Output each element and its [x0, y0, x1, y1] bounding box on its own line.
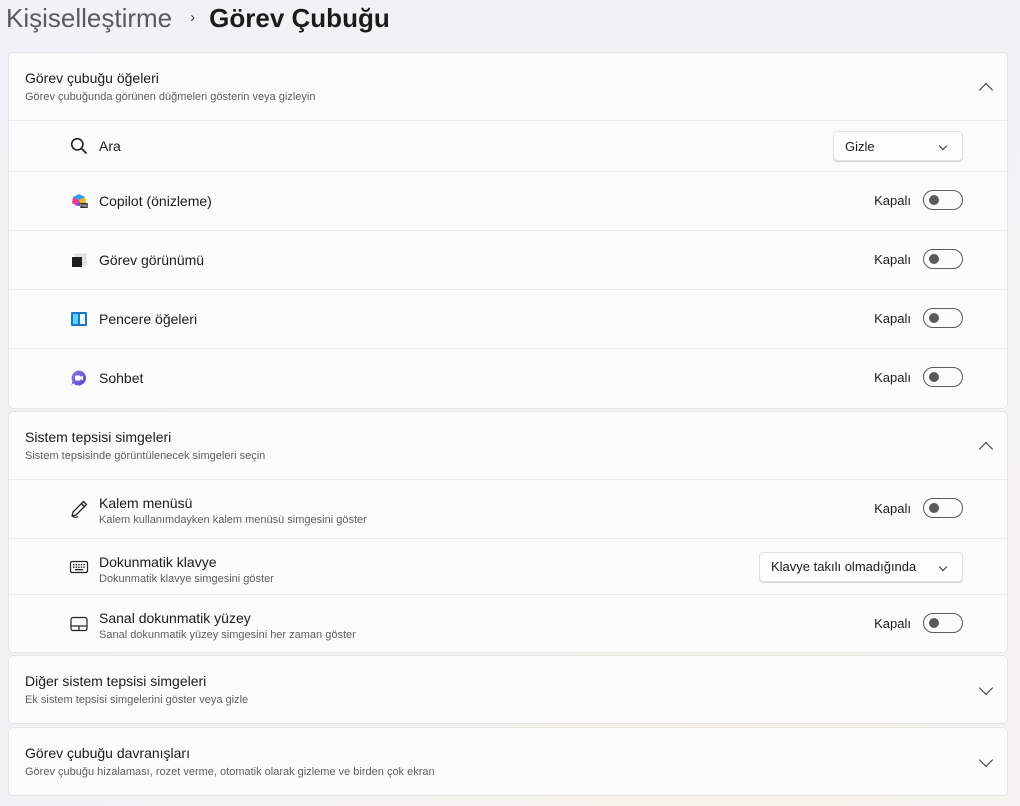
section-other-tray-icons[interactable]: Diğer sistem tepsisi simgeleri Ek sistem… — [8, 655, 1008, 724]
toggle-state-label: Kapalı — [874, 193, 911, 208]
toggle-state-label: Kapalı — [874, 370, 911, 385]
setting-label: Ara — [99, 138, 121, 154]
toggle-knob — [929, 503, 939, 513]
chevron-down-icon[interactable] — [978, 752, 994, 767]
task-view-icon — [69, 250, 89, 270]
chevron-down-icon — [938, 562, 948, 571]
section-title: Görev çubuğu öğeleri — [25, 70, 159, 86]
section-taskbar-behaviors-header[interactable]: Görev çubuğu davranışları Görev çubuğu h… — [9, 728, 1007, 795]
copilot-toggle[interactable] — [923, 190, 963, 210]
section-subtitle: Görev çubuğunda görünen düğmeleri göster… — [25, 91, 316, 103]
pen-icon — [69, 499, 89, 519]
section-subtitle: Sistem tepsisinde görüntülenecek simgele… — [25, 450, 266, 462]
breadcrumb: Kişiselleştirme › Görev Çubuğu — [6, 0, 390, 36]
section-subtitle: Görev çubuğu hizalaması, rozet verme, ot… — [25, 766, 435, 778]
breadcrumb-separator-icon: › — [190, 8, 196, 26]
section-system-tray-icons: Sistem tepsisi simgeleri Sistem tepsisin… — [8, 411, 1008, 653]
toggle-knob — [929, 372, 939, 382]
toggle-state-label: Kapalı — [874, 616, 911, 631]
setting-row-copilot: PRE Copilot (önizleme) Kapalı — [9, 172, 1007, 231]
section-title: Sistem tepsisi simgeleri — [25, 429, 172, 445]
section-taskbar-items-header[interactable]: Görev çubuğu öğeleri Görev çubuğunda gör… — [9, 53, 1007, 121]
touch-keyboard-dropdown[interactable]: Klavye takılı olmadığında — [759, 551, 963, 582]
chevron-up-icon[interactable] — [978, 82, 994, 97]
keyboard-icon — [69, 557, 89, 577]
setting-row-pen-menu: Kalem menüsü Kalem kullanımdayken kalem … — [9, 480, 1007, 539]
chat-icon — [69, 368, 89, 388]
setting-label: Pencere öğeleri — [99, 311, 198, 327]
dropdown-value: Klavye takılı olmadığında — [771, 559, 917, 574]
toggle-knob — [929, 313, 939, 323]
chevron-down-icon — [938, 141, 948, 151]
dropdown-value: Gizle — [845, 138, 875, 154]
chat-toggle[interactable] — [923, 367, 963, 387]
toggle-knob — [929, 195, 939, 205]
setting-label: Sohbet — [99, 370, 144, 386]
setting-description: Dokunmatik klavye simgesini göster — [99, 573, 274, 585]
toggle-knob — [929, 618, 939, 628]
chevron-up-icon[interactable] — [978, 441, 994, 456]
section-taskbar-items: Görev çubuğu öğeleri Görev çubuğunda gör… — [8, 52, 1008, 409]
setting-label: Dokunmatik klavye — [99, 554, 217, 570]
setting-label: Copilot (önizleme) — [99, 193, 212, 209]
virtual-touchpad-toggle[interactable] — [923, 613, 963, 633]
page-title: Görev Çubuğu — [209, 2, 390, 33]
toggle-state-label: Kapalı — [874, 501, 911, 516]
task-view-toggle[interactable] — [923, 249, 963, 269]
setting-label: Kalem menüsü — [99, 495, 193, 511]
section-other-tray-icons-header[interactable]: Diğer sistem tepsisi simgeleri Ek sistem… — [9, 656, 1007, 723]
setting-row-search: Ara Gizle — [9, 121, 1007, 172]
copilot-icon: PRE — [69, 191, 89, 211]
section-system-tray-icons-header[interactable]: Sistem tepsisi simgeleri Sistem tepsisin… — [9, 412, 1007, 480]
toggle-state-label: Kapalı — [874, 311, 911, 326]
setting-description: Sanal dokunmatik yüzey simgesini her zam… — [99, 629, 356, 641]
setting-description: Kalem kullanımdayken kalem menüsü simges… — [99, 514, 367, 526]
pen-menu-toggle[interactable] — [923, 498, 963, 518]
toggle-knob — [929, 254, 939, 264]
setting-label: Sanal dokunmatik yüzey — [99, 610, 251, 626]
svg-text:PRE: PRE — [80, 203, 89, 208]
chevron-down-icon[interactable] — [978, 680, 994, 695]
breadcrumb-parent-link[interactable]: Kişiselleştirme — [6, 3, 172, 34]
section-subtitle: Ek sistem tepsisi simgelerini göster vey… — [25, 694, 249, 706]
setting-row-virtual-touchpad: Sanal dokunmatik yüzey Sanal dokunmatik … — [9, 595, 1007, 652]
section-title: Görev çubuğu davranışları — [25, 745, 190, 761]
setting-row-touch-keyboard: Dokunmatik klavye Dokunmatik klavye simg… — [9, 539, 1007, 595]
widgets-icon — [69, 309, 89, 329]
section-taskbar-behaviors[interactable]: Görev çubuğu davranışları Görev çubuğu h… — [8, 727, 1008, 796]
setting-row-task-view: Görev görünümü Kapalı — [9, 231, 1007, 290]
setting-row-widgets: Pencere öğeleri Kapalı — [9, 290, 1007, 349]
setting-row-chat: Sohbet Kapalı — [9, 349, 1007, 407]
search-icon — [69, 136, 89, 156]
touchpad-icon — [69, 614, 89, 634]
toggle-state-label: Kapalı — [874, 252, 911, 267]
section-title: Diğer sistem tepsisi simgeleri — [25, 673, 207, 689]
setting-label: Görev görünümü — [99, 252, 205, 268]
search-mode-dropdown[interactable]: Gizle — [833, 131, 963, 161]
widgets-toggle[interactable] — [923, 308, 963, 328]
